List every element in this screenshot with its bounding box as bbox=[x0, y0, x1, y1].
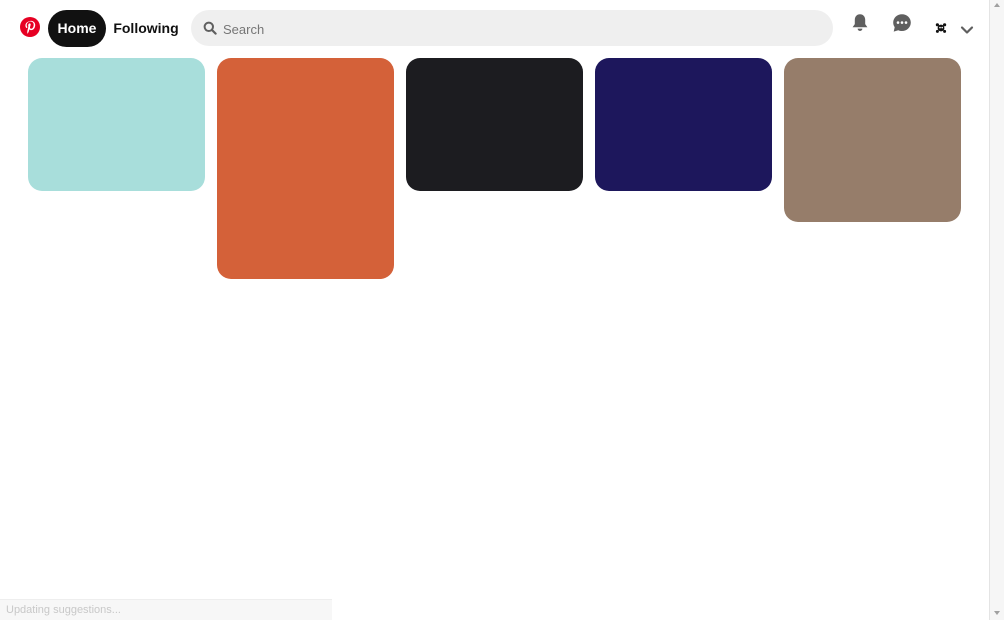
bell-icon bbox=[851, 13, 869, 38]
nav-home-tab[interactable]: Home bbox=[48, 10, 106, 47]
top-header: Home Following bbox=[0, 0, 989, 56]
search-input[interactable] bbox=[221, 10, 815, 48]
browser-status-bar: Updating suggestions... bbox=[0, 599, 332, 620]
search-bar[interactable] bbox=[191, 10, 833, 48]
vertical-scrollbar[interactable] bbox=[989, 0, 1004, 620]
scroll-up-arrow-icon[interactable] bbox=[994, 3, 1000, 7]
pin-card[interactable] bbox=[406, 58, 583, 191]
search-icon bbox=[203, 21, 217, 35]
pin-card[interactable] bbox=[784, 58, 961, 222]
pin-card[interactable] bbox=[217, 58, 394, 279]
pin-card[interactable] bbox=[595, 58, 772, 191]
pin-card[interactable] bbox=[28, 58, 205, 191]
messages-button[interactable] bbox=[891, 13, 913, 38]
account-options-button[interactable] bbox=[960, 22, 974, 34]
chevron-down-icon bbox=[960, 22, 974, 39]
nav-following-tab[interactable]: Following bbox=[110, 10, 182, 47]
notifications-button[interactable] bbox=[849, 13, 871, 38]
profile-avatar[interactable] bbox=[930, 17, 952, 39]
pinterest-logo-icon[interactable] bbox=[20, 17, 40, 37]
chat-bubble-icon bbox=[892, 13, 912, 38]
scroll-down-arrow-icon[interactable] bbox=[994, 611, 1000, 615]
